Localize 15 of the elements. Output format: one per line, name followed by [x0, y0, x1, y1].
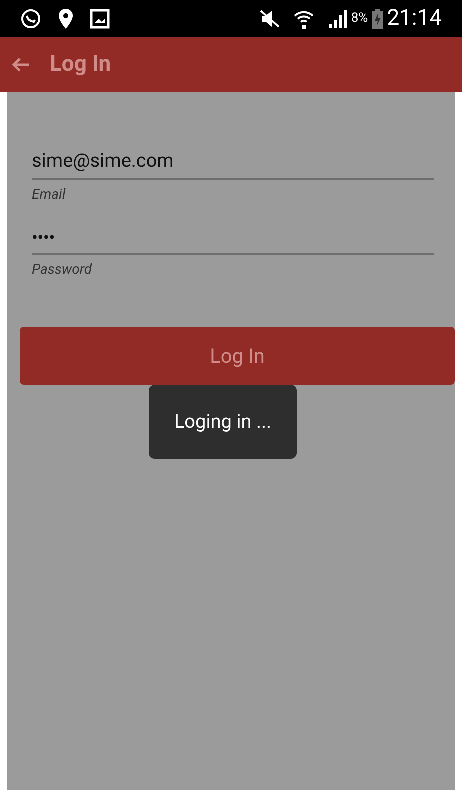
field-label: Email — [32, 186, 66, 205]
battery-percent: 8% — [351, 10, 368, 28]
toast-message: Loging in ... — [149, 385, 297, 459]
signal-icon — [327, 10, 348, 28]
screen-title: Log In — [50, 51, 112, 79]
chat-bubble-icon — [20, 8, 42, 30]
email-field[interactable]: sime@sime.com — [32, 146, 434, 180]
field-label: Password — [32, 261, 92, 280]
location-pin-icon — [58, 8, 74, 30]
password-field[interactable]: •••• — [32, 221, 434, 255]
back-arrow-icon[interactable] — [12, 58, 30, 72]
muted-speaker-icon — [259, 8, 282, 28]
battery-icon — [372, 8, 384, 28]
image-icon — [90, 8, 110, 28]
clock-time: 21:14 — [387, 5, 442, 33]
